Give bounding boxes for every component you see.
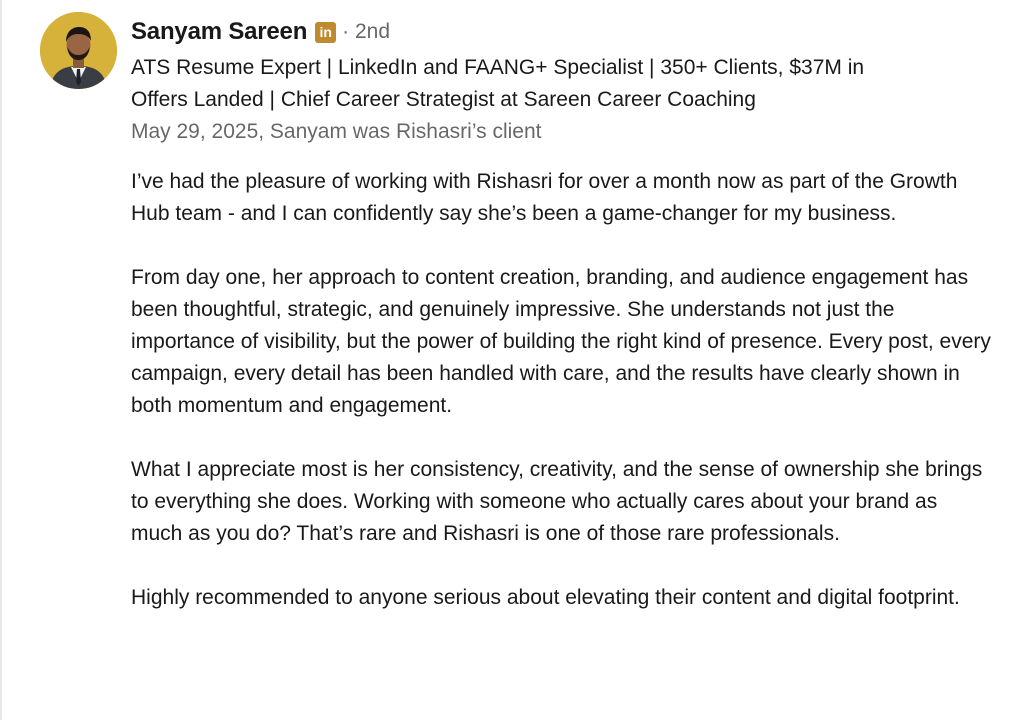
name-row: Sanyam Sareen in · 2nd (131, 14, 1011, 50)
connection-degree: · 2nd (342, 20, 391, 43)
recommendation-text: I’ve had the pleasure of working with Ri… (131, 166, 991, 646)
recommendation-paragraph: From day one, her approach to content cr… (131, 266, 991, 417)
author-name[interactable]: Sanyam Sareen (131, 18, 307, 46)
linkedin-premium-icon: in (315, 21, 337, 43)
author-headline-line: Offers Landed | Chief Career Strategist … (131, 88, 756, 111)
avatar[interactable] (40, 12, 117, 89)
profile-photo (40, 12, 117, 89)
recommendation-paragraph: Highly recommended to anyone serious abo… (131, 586, 960, 609)
recommendation-paragraph: I’ve had the pleasure of working with Ri… (131, 170, 958, 225)
recommendation-meta: May 29, 2025, Sanyam was Rishasri’s clie… (131, 120, 542, 143)
recommendation-header: Sanyam Sareen in · 2nd ATS Resume Expert… (131, 14, 1011, 148)
recommendation-paragraph: What I appreciate most is her consistenc… (131, 458, 983, 545)
author-headline: ATS Resume Expert | LinkedIn and FAANG+ … (131, 52, 961, 116)
author-headline-line: ATS Resume Expert | LinkedIn and FAANG+ … (131, 56, 865, 79)
recommendation-card: Sanyam Sareen in · 2nd ATS Resume Expert… (0, 0, 1020, 720)
